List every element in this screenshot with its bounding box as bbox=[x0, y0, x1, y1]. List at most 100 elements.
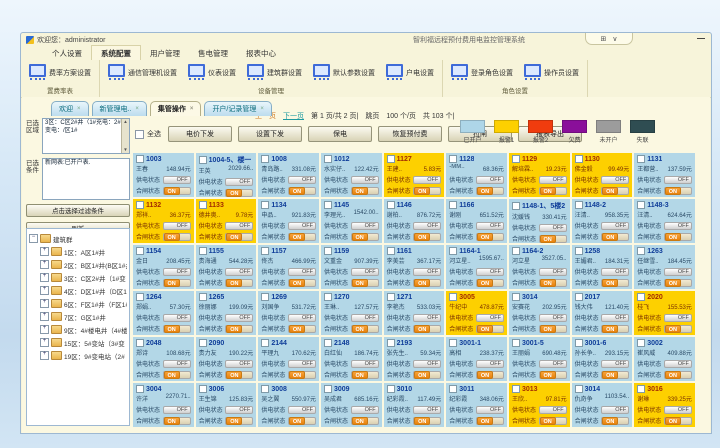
tab-close-icon[interactable]: × bbox=[260, 106, 264, 112]
meter-card[interactable]: 2048 郑诗 108.68元 供电状态 OFF 合闸状态 bbox=[133, 337, 194, 381]
meter-card[interactable]: 1145 李理光.. 1542.00.. 供电状态 OFF 合闸状态 bbox=[321, 199, 382, 243]
supply-status-toggle[interactable]: OFF bbox=[225, 360, 253, 368]
tree-node[interactable]: 6区：F区1#井（F区1# bbox=[29, 297, 127, 310]
switch-status-toggle[interactable]: ON bbox=[476, 417, 504, 425]
meter-card[interactable]: 1166 谢刚 651.52元 供电状态 OFF 合闸状态 bbox=[446, 199, 507, 243]
card-checkbox[interactable] bbox=[637, 155, 645, 163]
switch-status-toggle[interactable]: ON bbox=[288, 279, 316, 287]
card-checkbox[interactable] bbox=[387, 339, 395, 347]
ribbon-button[interactable]: 默认参数设置 bbox=[313, 64, 375, 81]
meter-card[interactable]: 1131 王都营.. 137.59元 供电状态 OFF 合闸状态 bbox=[634, 153, 695, 197]
collapse-icon[interactable] bbox=[29, 234, 38, 243]
toggle-on-knob[interactable]: ON bbox=[352, 279, 368, 287]
card-checkbox[interactable] bbox=[575, 247, 583, 255]
expand-icon[interactable] bbox=[40, 273, 49, 282]
switch-status-toggle[interactable]: ON bbox=[413, 233, 441, 241]
card-checkbox[interactable] bbox=[449, 155, 457, 163]
supply-status-toggle[interactable]: OFF bbox=[163, 222, 191, 230]
supply-status-toggle[interactable]: OFF bbox=[288, 360, 316, 368]
supply-status-toggle[interactable]: OFF bbox=[601, 222, 629, 230]
expand-icon[interactable] bbox=[40, 325, 49, 334]
supply-status-toggle[interactable]: OFF bbox=[476, 222, 504, 230]
toggle-on-knob[interactable]: ON bbox=[352, 417, 368, 425]
switch-status-toggle[interactable]: ON bbox=[664, 233, 692, 241]
minimize-button[interactable]: — bbox=[697, 34, 705, 43]
switch-status-toggle[interactable]: ON bbox=[413, 279, 441, 287]
supply-status-toggle[interactable]: OFF bbox=[601, 314, 629, 322]
meter-card[interactable]: 3011 纪彩霞 348.06元 供电状态 OFF 合闸状态 bbox=[446, 383, 507, 427]
switch-status-toggle[interactable]: ON bbox=[601, 371, 629, 379]
card-checkbox[interactable] bbox=[261, 155, 269, 163]
meter-card[interactable]: 3002 崔风威 409.88元 供电状态 OFF 合闸状态 bbox=[634, 337, 695, 381]
meter-card[interactable]: 2193 张先生.. 59.34元 供电状态 OFF 合闸状态 bbox=[384, 337, 445, 381]
switch-status-toggle[interactable]: ON bbox=[476, 187, 504, 195]
supply-status-toggle[interactable]: OFF bbox=[351, 268, 379, 276]
tree-node[interactable]: 9区：4#楼电井（4#楼 bbox=[29, 323, 127, 336]
tree-node[interactable]: 15区：5#变站（3#变 bbox=[29, 336, 127, 349]
select-all[interactable]: 全选 bbox=[135, 129, 161, 139]
meter-card[interactable]: 1128 -MM.. 68.36元 供电状态 OFF 合闸状态 bbox=[446, 153, 507, 197]
ribbon-button[interactable]: 操作员设置 bbox=[524, 64, 579, 81]
meter-card[interactable]: 3001-5 王丽娟 690.48元 供电状态 OFF 合闸状态 bbox=[509, 337, 570, 381]
meter-card[interactable]: 1269 刘国争 531.72元 供电状态 OFF 合闸状态 bbox=[258, 291, 319, 335]
toggle-on-knob[interactable]: ON bbox=[289, 325, 305, 333]
card-checkbox[interactable] bbox=[136, 385, 144, 393]
meter-card[interactable]: 3001-6 孙长争.. 293.15元 供电状态 OFF 合闸状态 bbox=[572, 337, 633, 381]
switch-status-toggle[interactable]: ON bbox=[413, 325, 441, 333]
tab-close-icon[interactable]: × bbox=[190, 106, 194, 112]
toggle-on-knob[interactable]: ON bbox=[414, 279, 430, 287]
toggle-on-knob[interactable]: ON bbox=[164, 325, 180, 333]
meter-card[interactable]: 2148 白红仙 186.74元 供电状态 OFF 合闸状态 bbox=[321, 337, 382, 381]
menu-item[interactable]: 售电管理 bbox=[189, 46, 237, 60]
switch-status-toggle[interactable]: ON bbox=[225, 325, 253, 333]
meter-card[interactable]: 2144 平理九 170.62元 供电状态 OFF 合闸状态 bbox=[258, 337, 319, 381]
toggle-on-knob[interactable]: ON bbox=[226, 189, 242, 197]
supply-status-toggle[interactable]: OFF bbox=[664, 268, 692, 276]
ribbon-button[interactable]: 费率方案设置 bbox=[29, 64, 91, 81]
quick-access-control[interactable]: ⊞ ∨ bbox=[585, 33, 633, 45]
switch-status-toggle[interactable]: ON bbox=[225, 371, 253, 379]
switch-status-toggle[interactable]: ON bbox=[351, 233, 379, 241]
switch-status-toggle[interactable]: ON bbox=[539, 187, 567, 195]
toggle-on-knob[interactable]: ON bbox=[665, 279, 681, 287]
toggle-on-knob[interactable]: ON bbox=[665, 371, 681, 379]
toggle-on-knob[interactable]: ON bbox=[477, 279, 493, 287]
card-checkbox[interactable] bbox=[387, 247, 395, 255]
card-checkbox[interactable] bbox=[637, 385, 645, 393]
expand-icon[interactable] bbox=[40, 247, 49, 256]
card-checkbox[interactable] bbox=[637, 201, 645, 209]
meter-card[interactable]: 1012 水实仔.. 122.42元 供电状态 OFF 合闸状态 bbox=[321, 153, 382, 197]
switch-status-toggle[interactable]: ON bbox=[288, 233, 316, 241]
switch-status-toggle[interactable]: ON bbox=[413, 371, 441, 379]
card-checkbox[interactable] bbox=[575, 339, 583, 347]
scroll-up-icon[interactable]: ▲ bbox=[123, 119, 127, 125]
switch-status-toggle[interactable]: ON bbox=[351, 417, 379, 425]
tree-root[interactable]: 建筑群 bbox=[29, 232, 127, 245]
supply-status-toggle[interactable]: OFF bbox=[351, 314, 379, 322]
supply-status-toggle[interactable]: OFF bbox=[225, 222, 253, 230]
meter-card[interactable]: 1258 王媚君.. 184.31元 供电状态 OFF 合闸状态 bbox=[572, 245, 633, 289]
supply-status-toggle[interactable]: OFF bbox=[288, 222, 316, 230]
supply-status-toggle[interactable]: OFF bbox=[413, 314, 441, 322]
meter-card[interactable]: 3010 纪彩霞.. 117.49元 供电状态 OFF 合闸状态 bbox=[384, 383, 445, 427]
meter-card[interactable]: 2020 桂飞 155.53元 供电状态 OFF 合闸状态 bbox=[634, 291, 695, 335]
switch-status-toggle[interactable]: ON bbox=[288, 371, 316, 379]
supply-status-toggle[interactable]: OFF bbox=[163, 176, 191, 184]
switch-status-toggle[interactable]: ON bbox=[288, 187, 316, 195]
switch-status-toggle[interactable]: ON bbox=[351, 187, 379, 195]
tree-node[interactable]: 1区：A区1#井 bbox=[29, 245, 127, 258]
meter-card[interactable]: 3006 王生锦 125.83元 供电状态 OFF 合闸状态 bbox=[196, 383, 257, 427]
switch-status-toggle[interactable]: ON bbox=[163, 233, 191, 241]
toggle-on-knob[interactable]: ON bbox=[477, 371, 493, 379]
select-all-checkbox[interactable] bbox=[135, 130, 144, 139]
switch-status-toggle[interactable]: ON bbox=[664, 325, 692, 333]
supply-status-toggle[interactable]: OFF bbox=[225, 314, 253, 322]
switch-status-toggle[interactable]: ON bbox=[351, 325, 379, 333]
supply-status-toggle[interactable]: OFF bbox=[664, 176, 692, 184]
meter-card[interactable]: 1270 王琳.. 127.57元 供电状态 OFF 合闸状态 bbox=[321, 291, 382, 335]
meter-card[interactable]: 1148-1、5楼2 沈媛钱 330.41元 供电状态 OFF 合闸状态 bbox=[509, 199, 570, 243]
jump-page-link[interactable]: 跳页 bbox=[365, 111, 379, 121]
document-tab[interactable]: 新管理电.. × bbox=[92, 101, 147, 116]
tab-close-icon[interactable]: × bbox=[77, 106, 81, 112]
toggle-on-knob[interactable]: ON bbox=[602, 233, 618, 241]
